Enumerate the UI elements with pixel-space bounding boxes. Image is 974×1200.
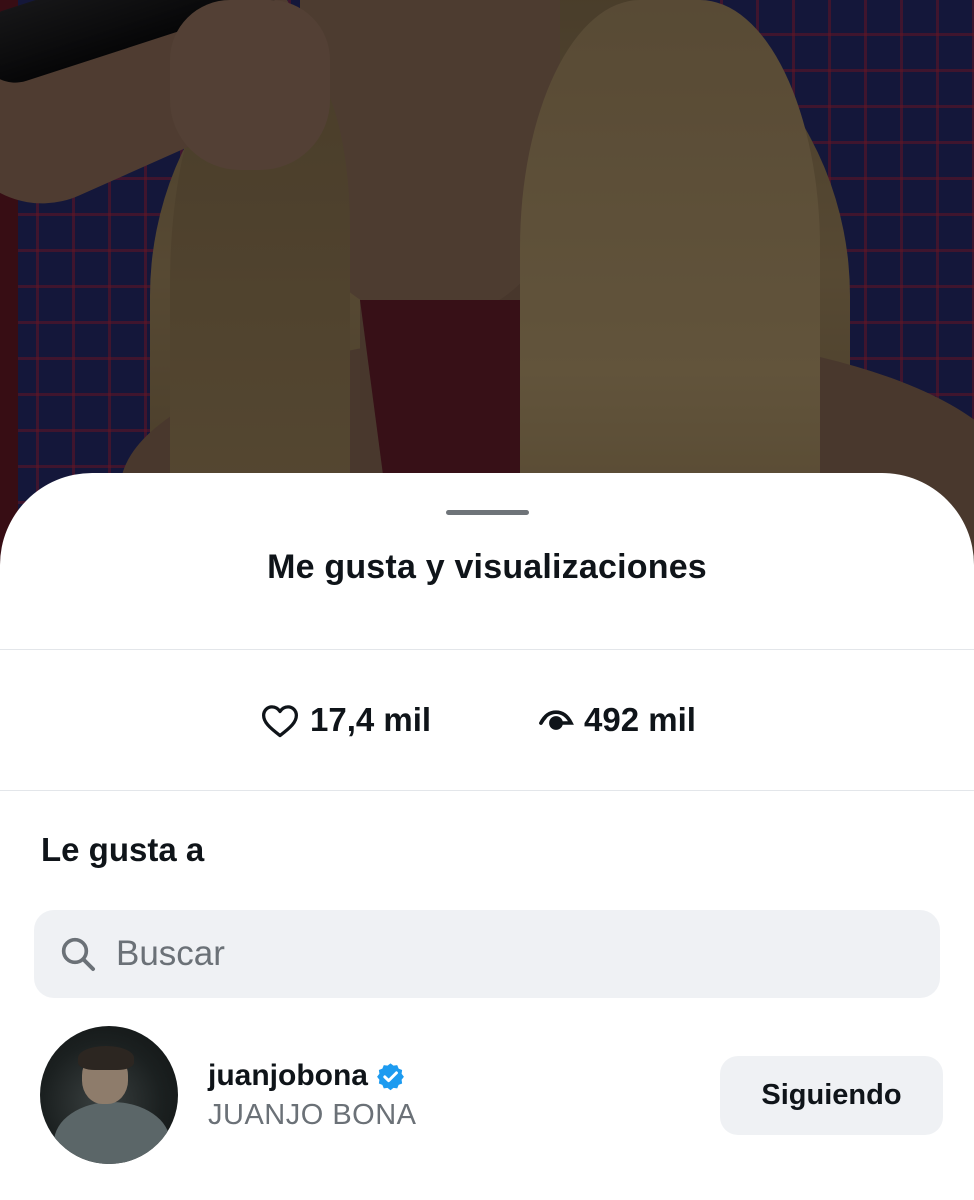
search-icon xyxy=(34,934,98,974)
likes-count: 17,4 mil xyxy=(310,701,432,738)
views-count: 492 mil xyxy=(584,701,696,738)
verified-badge-icon xyxy=(368,1061,406,1092)
sheet-title: Me gusta y visualizaciones xyxy=(267,548,707,586)
heart-outline-icon xyxy=(260,702,300,738)
display-name: JUANJO BONA xyxy=(208,1099,417,1131)
views-stat: 492 mil xyxy=(538,698,696,742)
username[interactable]: juanjobona xyxy=(208,1059,368,1093)
divider xyxy=(0,790,974,791)
avatar-figure-body xyxy=(54,1102,170,1164)
username-line: juanjobona xyxy=(208,1059,406,1093)
sheet-grabber-handle[interactable] xyxy=(446,510,529,515)
following-button[interactable]: Siguiendo xyxy=(720,1056,943,1135)
avatar-figure-hair xyxy=(78,1046,134,1070)
bottom-sheet: Me gusta y visualizaciones 17,4 mil 492 … xyxy=(0,473,974,1200)
avatar[interactable] xyxy=(40,1026,178,1164)
search-field[interactable] xyxy=(34,910,940,998)
engagement-stats: 17,4 mil 492 mil xyxy=(0,650,974,790)
liked-by-heading: Le gusta a xyxy=(41,831,205,868)
user-list-item[interactable]: juanjobona JUANJO BONA Siguiendo xyxy=(0,1021,974,1171)
likes-stat: 17,4 mil xyxy=(260,698,431,742)
likes-and-views-screen: Me gusta y visualizaciones 17,4 mil 492 … xyxy=(0,0,974,1200)
eye-icon xyxy=(538,702,574,738)
search-input[interactable] xyxy=(116,924,876,984)
